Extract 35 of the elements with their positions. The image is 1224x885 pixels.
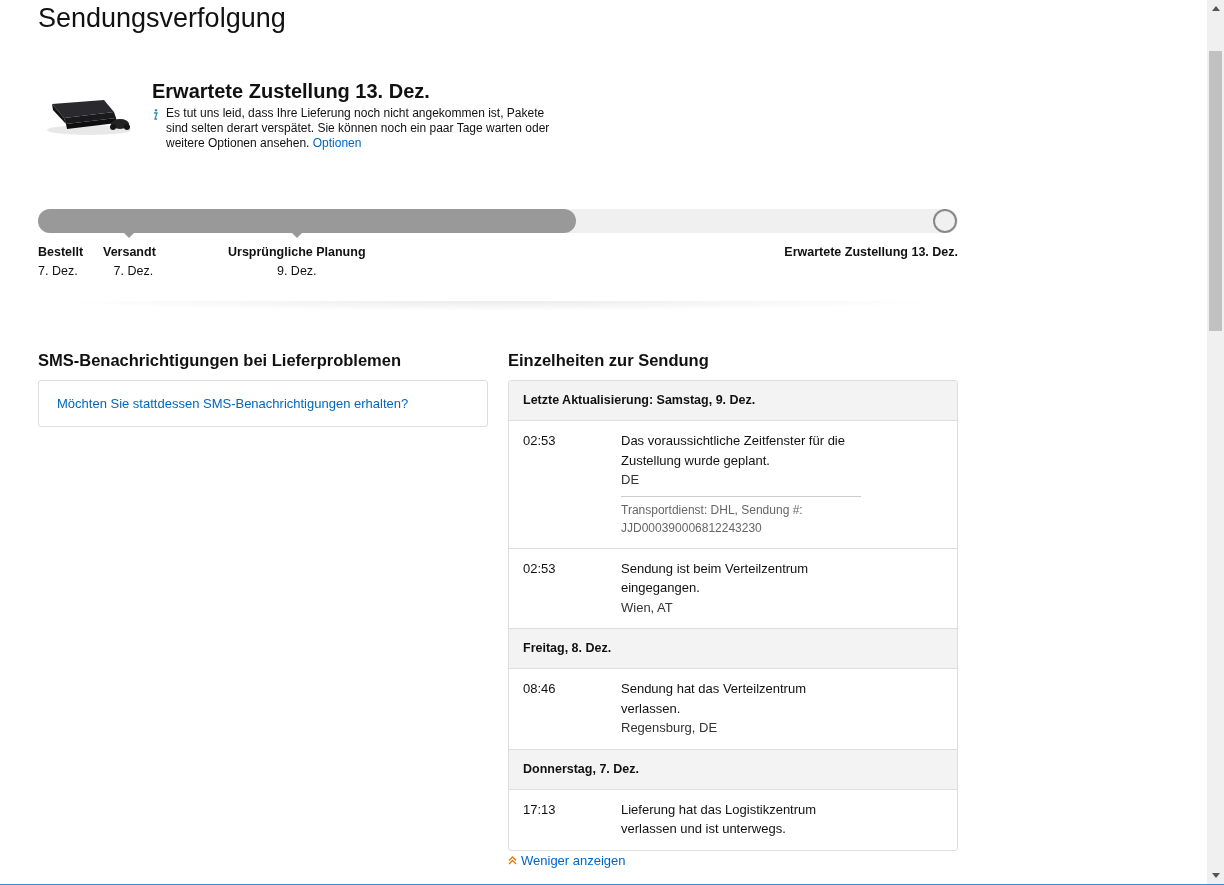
info-icon xyxy=(152,106,158,120)
section-heading: SMS-Benachrichtigungen bei Lieferproblemen xyxy=(38,350,403,371)
event-description: Sendung hat das Verteilzentrum verlassen. xyxy=(621,680,807,718)
delay-message: Es tut uns leid, dass Ihre Lieferung noch nicht angekommen ist, Pakete sind selten derart verspätet. Sie können noch ein paar Tage warten oder weitere Optionen ansehen. Optionen xyxy=(166,106,551,151)
event-time: 08:46 xyxy=(523,680,557,698)
milestone-date: 7. Dez. xyxy=(112,263,154,280)
event-description: Lieferung hat das Logistikzentrum verlassen und ist unterwegs. xyxy=(621,800,818,838)
scrollbar-thumb[interactable] xyxy=(1209,51,1222,331)
date-header: Donnerstag, 7. Dez. xyxy=(509,749,957,790)
event-location: Regensburg, DE xyxy=(621,719,719,737)
scroll-down-icon[interactable] xyxy=(1211,873,1220,878)
date-header: Letzte Aktualisierung: Samstag, 9. Dez. xyxy=(509,381,957,421)
section-heading: Einzelheiten zur Sendung xyxy=(508,350,710,371)
double-chevron-up-icon xyxy=(508,856,517,865)
scroll-up-icon[interactable] xyxy=(1211,6,1220,11)
options-link[interactable]: Optionen xyxy=(312,136,362,150)
carrier-info: Transportdienst: DHL, Sendung #: JJD000390006812243230 xyxy=(621,502,803,535)
event-time: 02:53 xyxy=(523,432,557,450)
date-header: Freitag, 8. Dez. xyxy=(509,629,957,669)
event-time: 17:13 xyxy=(523,800,557,819)
milestone-date: 9. Dez. xyxy=(276,263,317,280)
milestone-label: Erwartete Zustellung 13. Dez. xyxy=(784,244,958,261)
sms-link[interactable]: Möchten Sie stattdessen SMS-Benachrichtigungen erhalten? xyxy=(57,396,409,411)
show-less-link[interactable]: Weniger anzeigen xyxy=(508,852,626,869)
event-location: DE xyxy=(621,471,641,489)
milestone-date: 7. Dez. xyxy=(38,263,79,280)
delivery-heading: Erwartete Zustellung 13. Dez. xyxy=(152,79,431,104)
milestone-label: Ursprüngliche Planung xyxy=(228,244,366,261)
event-location: Wien, AT xyxy=(621,598,674,617)
event-description: Das voraussichtliche Zeitfenster für die Zustellung wurde geplant. xyxy=(621,432,846,470)
milestone-label: Versandt xyxy=(103,244,156,261)
event-description: Sendung ist beim Verteilzentrum eingegangen. xyxy=(621,559,810,597)
milestone-label: Bestellt xyxy=(38,244,84,261)
event-time: 02:53 xyxy=(523,559,557,578)
page-title: Sendungsverfolgung xyxy=(38,2,287,34)
